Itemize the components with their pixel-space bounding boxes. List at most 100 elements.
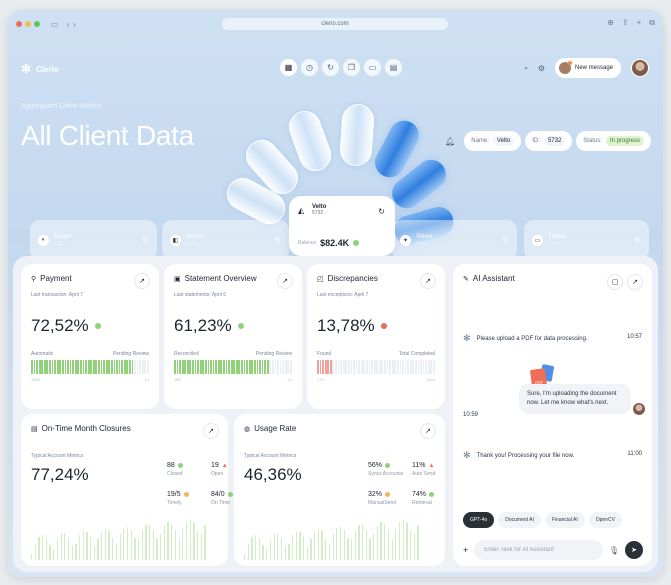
expand-icon[interactable]: ↗: [277, 273, 293, 289]
mini-bar: [104, 528, 107, 560]
progress-tick: [241, 360, 243, 374]
progress-tick: [67, 360, 69, 374]
close-dot[interactable]: [16, 21, 22, 27]
progress-bars: [31, 360, 149, 374]
progress-tick: [85, 360, 87, 374]
progress-tick: [147, 360, 149, 374]
progress-tick: [210, 360, 212, 374]
user-avatar[interactable]: [631, 59, 649, 77]
progress-tick: [121, 360, 124, 374]
bell-icon[interactable]: 🔔︎: [440, 131, 460, 151]
chat-input[interactable]: [474, 540, 603, 560]
add-attachment-icon[interactable]: +: [463, 545, 468, 555]
client-avatar: ◐: [38, 234, 49, 246]
sidebar-icon[interactable]: ▭: [51, 20, 59, 29]
model-option[interactable]: GPT-4o: [463, 512, 495, 528]
mini-bar: [277, 533, 279, 560]
progress-tick: [128, 360, 131, 374]
client-tab-braym[interactable]: ◐ Braym 1293 ↻: [30, 220, 157, 260]
download-icon[interactable]: ⊕: [607, 18, 614, 28]
client-tab-trellon[interactable]: ▭ Trellon 4423 ↻: [524, 220, 649, 260]
expand-icon[interactable]: ↗: [420, 423, 436, 439]
stat-item: 74% Retrieval: [412, 491, 452, 506]
expand-icon[interactable]: ↗: [134, 273, 150, 289]
progress-tick: [256, 360, 259, 374]
progress-tick: [46, 360, 49, 374]
back-icon[interactable]: ‹: [67, 20, 70, 29]
sync-icon[interactable]: ↻: [142, 236, 149, 245]
model-option[interactable]: OpenCV: [588, 512, 622, 528]
nav-report-icon[interactable]: ▤: [385, 59, 402, 76]
client-tab-skivor[interactable]: ✦ Skivor 9864 ↻: [392, 220, 517, 260]
progress-tick: [365, 360, 368, 374]
status-dot: [353, 240, 360, 246]
progress-tick: [319, 360, 322, 374]
mini-bar: [251, 537, 253, 560]
progress-tick: [274, 360, 277, 374]
payment-icon: ⚲: [31, 275, 37, 283]
tabs-icon[interactable]: ⧉: [649, 18, 655, 28]
stat-item: 11% ▲ Auto Send: [412, 462, 436, 477]
nav-documents-icon[interactable]: ❐: [343, 59, 360, 76]
client-tab-nomix[interactable]: ◧ Nomix 8155 ↻: [162, 220, 289, 260]
progress-tick: [394, 360, 397, 374]
mini-bar: [53, 548, 55, 560]
mini-bar: [303, 537, 305, 560]
mini-bar: [409, 530, 412, 560]
microphone-icon[interactable]: 🎙︎: [609, 546, 619, 555]
stat-item: 19/5 Timely: [167, 491, 211, 506]
progress-tick: [192, 360, 194, 374]
new-tab-icon[interactable]: +: [637, 18, 642, 28]
discrepancies-icon: ◰: [317, 275, 324, 283]
share-icon[interactable]: ⇪: [622, 18, 629, 28]
progress-tick: [368, 360, 371, 374]
document-icon[interactable]: ▢: [607, 274, 623, 290]
progress-tick: [409, 360, 412, 374]
expand-icon[interactable]: ↗: [203, 423, 219, 439]
forward-icon[interactable]: ›: [73, 20, 76, 29]
progress-tick: [266, 360, 269, 374]
expand-icon[interactable]: ↗: [627, 274, 643, 290]
progress-tick: [399, 360, 402, 374]
send-button[interactable]: ➤: [625, 541, 643, 559]
sync-icon[interactable]: ↻: [634, 236, 641, 245]
expand-icon[interactable]: ↗: [420, 273, 436, 289]
nav-refresh-icon[interactable]: ↻: [322, 59, 339, 76]
nav-clock-icon[interactable]: ◷: [301, 59, 318, 76]
progress-tick: [49, 360, 51, 374]
model-option[interactable]: Financial AI: [544, 512, 585, 528]
progress-tick: [31, 360, 33, 374]
notification-icon[interactable]: ◔: [523, 64, 528, 73]
logo-icon: ✻: [21, 62, 32, 76]
app-logo[interactable]: ✻ Clerio: [21, 62, 59, 76]
nav-grid-icon[interactable]: ▦: [280, 59, 297, 76]
discrepancies-card: ◰ Discrepancies ↗ Last exceptions: April …: [307, 264, 445, 409]
model-option[interactable]: Document AI: [498, 512, 541, 528]
new-message-button[interactable]: New message: [554, 58, 621, 78]
settings-icon[interactable]: ⚙: [538, 64, 545, 73]
assistant-message: ✻ Please upload a PDF for data processing…: [463, 333, 588, 343]
mini-bar: [178, 538, 180, 560]
sync-icon[interactable]: ↻: [502, 236, 509, 245]
mini-bar: [67, 537, 70, 560]
mini-bar: [339, 526, 342, 560]
progress-tick: [425, 360, 428, 374]
mini-bar: [97, 539, 99, 560]
minimize-dot[interactable]: [25, 21, 31, 27]
progress-tick: [186, 360, 189, 374]
progress-tick: [90, 360, 93, 374]
progress-tick: [345, 360, 348, 374]
chat-input-row: + 🎙︎ ➤: [463, 540, 643, 560]
sync-icon[interactable]: ↻: [378, 207, 385, 216]
maximize-dot[interactable]: [34, 21, 40, 27]
page-title: All Client Data: [21, 120, 194, 151]
progress-tick: [136, 360, 139, 374]
selected-client-card[interactable]: ◭ Velto 5732 ↻ Balance $82.4K: [289, 196, 395, 256]
nav-folder-icon[interactable]: ▭: [364, 59, 381, 76]
progress-tick: [207, 360, 210, 374]
sync-icon[interactable]: ↻: [274, 236, 281, 245]
discrepancies-value: 13,78%: [317, 316, 375, 335]
progress-tick: [420, 360, 422, 374]
client-avatar: ▭: [532, 234, 543, 246]
url-bar[interactable]: clerio.com: [222, 18, 448, 30]
